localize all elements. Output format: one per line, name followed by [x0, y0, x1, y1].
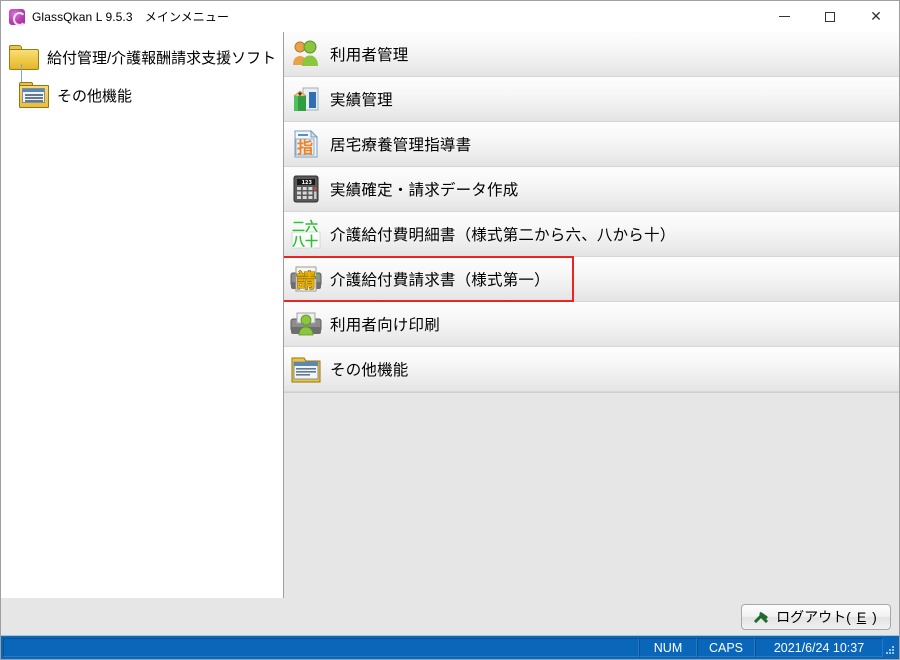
close-button[interactable]: ✕ [853, 1, 899, 32]
menu-list: 利用者管理 実績管理 [284, 32, 899, 393]
status-caps-indicator: CAPS [697, 638, 755, 657]
kanji-numerals-icon: 二 六 八 十 [290, 218, 322, 250]
menu-item-label: 実績確定・請求データ作成 [330, 178, 518, 200]
menu-panel: 利用者管理 実績管理 [283, 32, 899, 598]
status-message-area [3, 638, 639, 657]
tree-item-other-functions[interactable]: その他機能 [1, 76, 283, 114]
status-datetime: 2021/6/24 10:37 [755, 638, 883, 657]
tree-item-label: その他機能 [57, 85, 132, 106]
window-title: GlassQkan L 9.5.3 メインメニュー [32, 8, 229, 25]
bottom-toolbar: ログアウト( E) [1, 598, 899, 635]
window-controls: ✕ [761, 1, 899, 32]
back-arrow-icon [755, 611, 770, 623]
maximize-button[interactable] [807, 1, 853, 32]
menu-item-label: 介護給付費明細書（様式第二から六、八から十） [330, 223, 675, 245]
svg-text:十: 十 [305, 234, 318, 250]
menu-item-confirm-create-billing-data[interactable]: 123 [284, 167, 899, 212]
menu-item-other-functions[interactable]: その他機能 [284, 347, 899, 392]
menu-item-label: 利用者向け印刷 [330, 313, 440, 335]
menu-item-label: 利用者管理 [330, 43, 409, 65]
menu-item-performance-management[interactable]: 実績管理 [284, 77, 899, 122]
shi-document-icon: 指 [290, 128, 322, 160]
svg-text:八: 八 [291, 235, 306, 250]
minimize-icon [779, 16, 790, 17]
svg-text:二: 二 [292, 220, 305, 235]
menu-item-label: 実績管理 [330, 88, 393, 110]
svg-text:指: 指 [297, 138, 313, 157]
svg-text:123: 123 [302, 180, 313, 186]
two-people-icon [290, 38, 322, 70]
menu-item-user-printing[interactable]: 利用者向け印刷 [284, 302, 899, 347]
minimize-button[interactable] [761, 1, 807, 32]
logout-mnemonic: E [857, 609, 866, 625]
maximize-icon [825, 12, 835, 22]
resize-grip-icon[interactable] [883, 638, 897, 657]
folder-list-icon [290, 353, 322, 385]
tree-item-label: 給付管理/介護報酬請求支援ソフト [47, 47, 276, 68]
menu-item-benefit-invoice[interactable]: 請 介護給付費請求書（様式第一） [284, 257, 899, 302]
calculator-icon: 123 [290, 173, 322, 205]
glassqkan-logo-icon [9, 9, 25, 25]
main-content: 給付管理/介護報酬請求支援ソフト その他機能 [1, 32, 899, 598]
status-bar: NUM CAPS 2021/6/24 10:37 [1, 635, 899, 659]
status-num-indicator: NUM [639, 638, 697, 657]
sei-printer-icon: 請 [290, 263, 322, 295]
svg-text:六: 六 [305, 219, 318, 235]
title-bar: GlassQkan L 9.5.3 メインメニュー ✕ [1, 1, 899, 32]
close-icon: ✕ [870, 10, 882, 24]
logout-label-end: ) [872, 609, 877, 625]
pencil-book-icon [290, 83, 322, 115]
menu-item-label: 居宅療養管理指導書 [330, 133, 471, 155]
person-printer-icon [290, 308, 322, 340]
tree-item-root[interactable]: 給付管理/介護報酬請求支援ソフト [1, 38, 283, 76]
logout-label: ログアウト( [776, 607, 851, 627]
menu-item-benefit-statement[interactable]: 二 六 八 十 介護給付費明細書（様式第二から六、八から十） [284, 212, 899, 257]
svg-text:請: 請 [296, 269, 315, 292]
logout-button[interactable]: ログアウト( E) [741, 604, 891, 630]
menu-item-label: 介護給付費請求書（様式第一） [330, 268, 550, 290]
application-window: GlassQkan L 9.5.3 メインメニュー ✕ 給付管理/介護報酬請求支… [0, 0, 900, 660]
menu-item-user-management[interactable]: 利用者管理 [284, 32, 899, 77]
menu-item-label: その他機能 [330, 358, 409, 380]
menu-item-home-care-guidance[interactable]: 指 居宅療養管理指導書 [284, 122, 899, 167]
navigation-tree: 給付管理/介護報酬請求支援ソフト その他機能 [1, 32, 283, 598]
folder-list-icon [19, 82, 49, 108]
